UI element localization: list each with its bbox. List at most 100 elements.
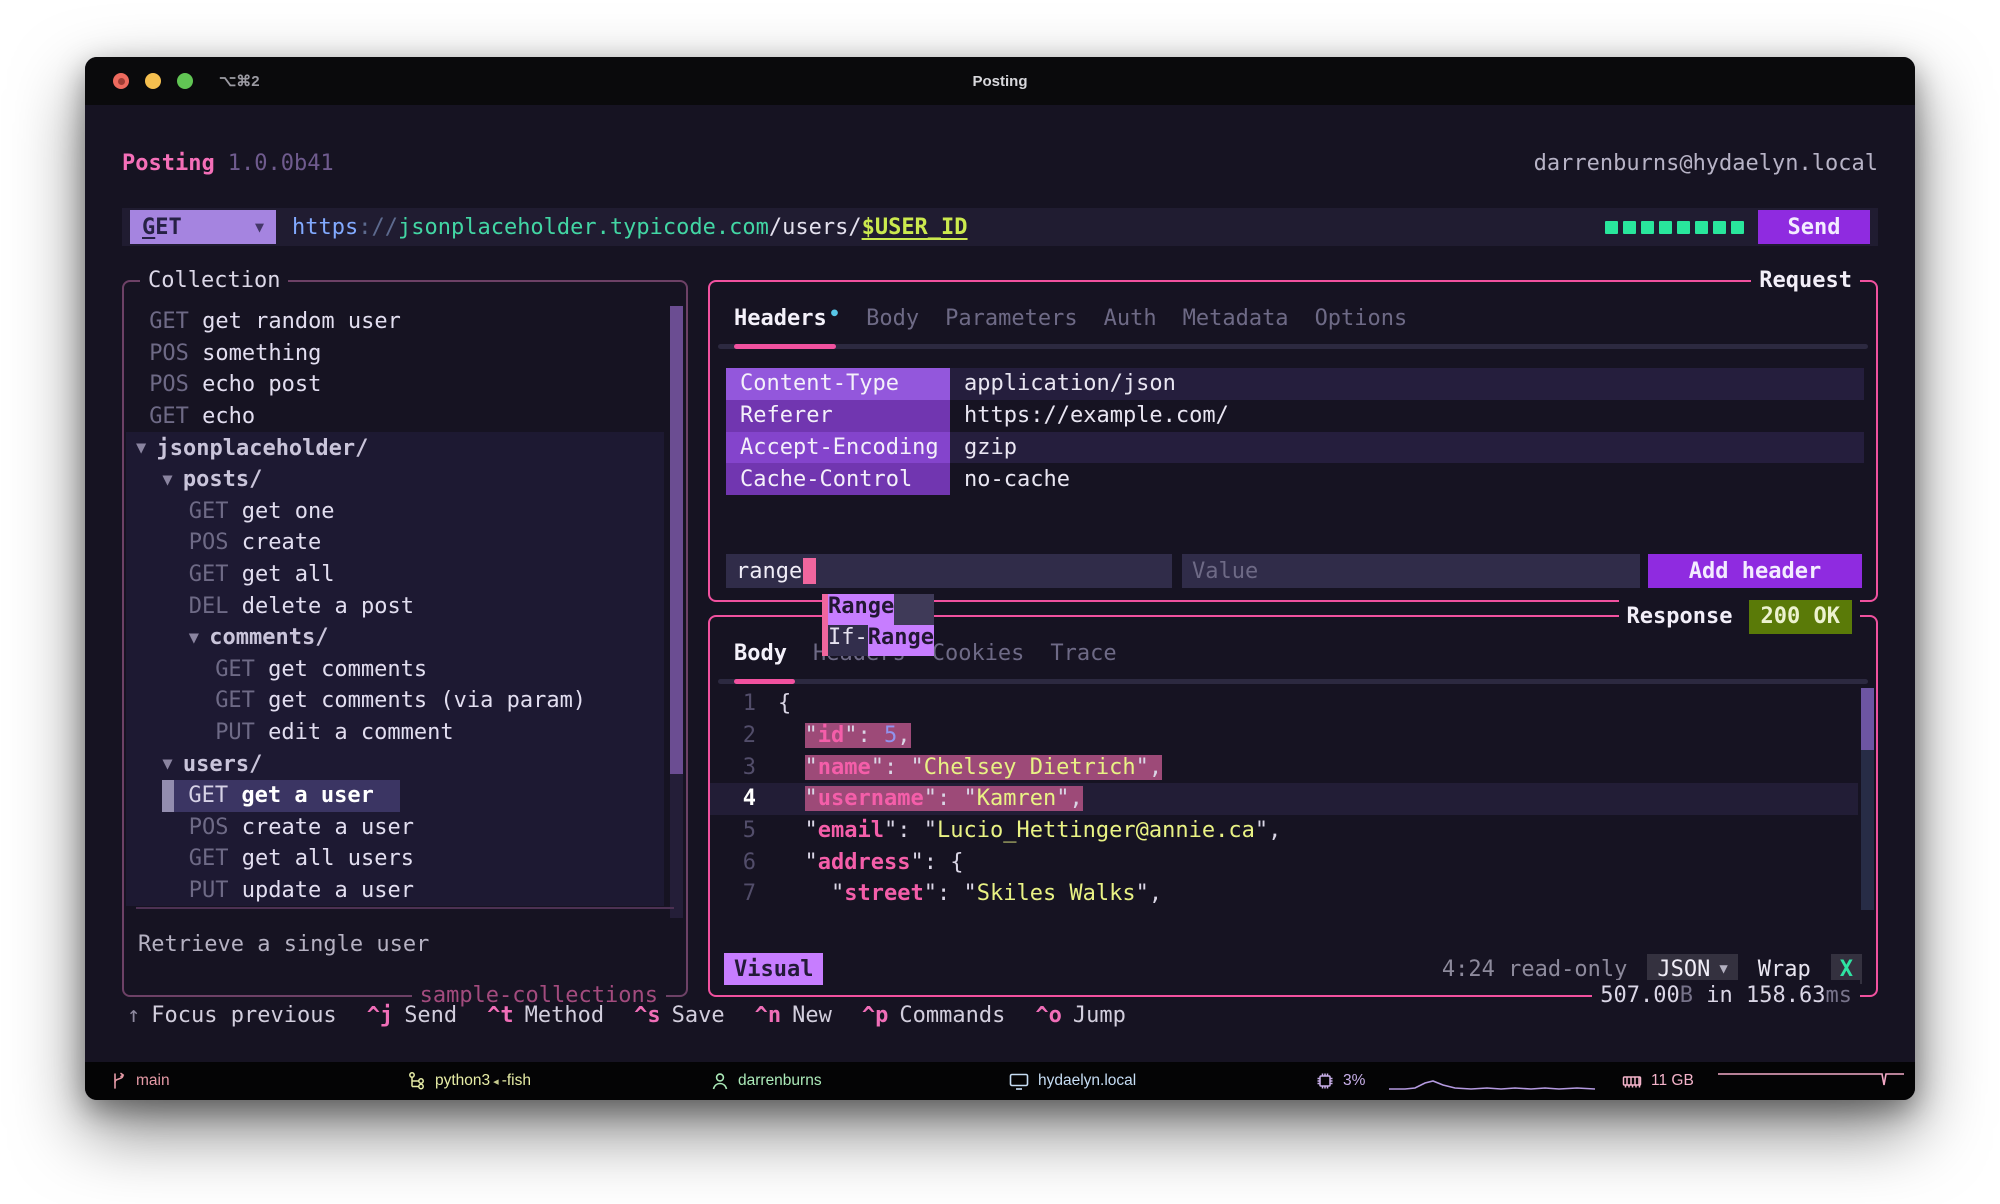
tab-shortcut-label: ⌥⌘2 xyxy=(219,72,260,90)
header-value-cell: https://example.com/ xyxy=(950,400,1864,432)
request-tab-metadata[interactable]: Metadata xyxy=(1183,306,1289,331)
collection-folder[interactable]: ▼ posts/ xyxy=(126,464,664,496)
request-panel: Request Headers•BodyParametersAuthMetada… xyxy=(708,280,1878,602)
terminal-window: ⌥⌘2 Posting Posting1.0.0b41 darrenburns@… xyxy=(85,57,1915,1100)
url-input[interactable]: https://jsonplaceholder.typicode.com/use… xyxy=(292,215,1605,240)
collection-item[interactable]: GET get all xyxy=(126,559,664,591)
http-method-label: GET xyxy=(142,215,182,240)
response-tab-cookies[interactable]: Cookies xyxy=(932,641,1025,666)
collection-panel-title: Collection xyxy=(140,265,288,297)
collection-item[interactable]: GET get one xyxy=(126,496,664,528)
request-tab-options[interactable]: Options xyxy=(1315,306,1408,331)
close-window-button[interactable] xyxy=(113,73,129,89)
keybinding-focus-previous[interactable]: ↑Focus previous xyxy=(127,1003,337,1028)
collection-folder[interactable]: ▼ jsonplaceholder/ xyxy=(126,432,664,464)
request-description: Retrieve a single user xyxy=(138,932,429,957)
keybinding-jump[interactable]: ^oJump xyxy=(1035,1003,1125,1028)
collection-item[interactable]: PUT edit a comment xyxy=(126,717,664,749)
activity-dot xyxy=(1713,221,1726,234)
response-body-editor[interactable]: 1{2 "id": 5,3 "name": "Chelsey Dietrich"… xyxy=(710,688,1858,910)
request-tab-auth[interactable]: Auth xyxy=(1104,306,1157,331)
collection-item[interactable]: POS echo post xyxy=(126,369,664,401)
collection-folder[interactable]: ▼ comments/ xyxy=(126,622,664,654)
collection-item[interactable]: GET get comments (via param) xyxy=(126,685,664,717)
wrap-label: Wrap xyxy=(1758,957,1811,982)
url-bar: GET ▼ https://jsonplaceholder.typicode.c… xyxy=(122,208,1878,246)
response-stats: 507.00B in 158.63ms xyxy=(1592,980,1860,1012)
git-branch-segment: main xyxy=(110,1062,170,1100)
header-row[interactable]: Accept-Encodinggzip xyxy=(726,432,1864,464)
collection-item[interactable]: GET echo xyxy=(126,401,664,433)
response-panel-title: Response xyxy=(1627,601,1733,633)
http-method-select[interactable]: GET ▼ xyxy=(130,210,276,244)
keybinding-method[interactable]: ^tMethod xyxy=(487,1003,604,1028)
folder-expanded-icon: ▼ xyxy=(136,438,156,458)
request-tabs: Headers• Body Parameters Auth Metadata Option… xyxy=(734,306,1407,331)
request-tab-body[interactable]: Body xyxy=(866,306,919,331)
maximize-window-button[interactable] xyxy=(177,73,193,89)
activity-dot xyxy=(1677,221,1690,234)
response-tab-body[interactable]: Body xyxy=(734,641,787,666)
keybinding-new[interactable]: ^nNew xyxy=(755,1003,832,1028)
process-tree-icon xyxy=(407,1071,427,1091)
header-row[interactable]: Content-Typeapplication/json xyxy=(726,368,1864,400)
git-branch-icon xyxy=(110,1071,128,1091)
response-line: 1{ xyxy=(710,688,1858,720)
keybinding-commands[interactable]: ^pCommands xyxy=(862,1003,1005,1028)
chevron-down-icon: ▼ xyxy=(1719,961,1727,977)
response-panel-header: Response 200 OK xyxy=(1619,600,1860,634)
response-scrollbar[interactable] xyxy=(1861,688,1874,910)
add-header-button[interactable]: Add header xyxy=(1648,554,1862,588)
status-bar: main python3◂-fish darrenburns xyxy=(85,1062,1915,1100)
activity-dot xyxy=(1695,221,1708,234)
memory-sparkline xyxy=(1716,1068,1906,1094)
process-segment: python3◂-fish xyxy=(407,1062,531,1100)
collection-item[interactable]: GET get a user xyxy=(126,780,664,812)
header-value-input[interactable]: Value xyxy=(1182,554,1640,588)
active-tab-indicator xyxy=(734,344,836,349)
header-name-input[interactable]: range xyxy=(726,554,1172,588)
response-tab-trace[interactable]: Trace xyxy=(1050,641,1116,666)
line-number: 4 xyxy=(710,786,756,811)
scrollbar-thumb[interactable] xyxy=(1861,688,1874,750)
request-tab-parameters[interactable]: Parameters xyxy=(945,306,1077,331)
app-header: Posting1.0.0b41 darrenburns@hydaelyn.loc… xyxy=(122,151,1878,176)
collection-item[interactable]: POS create xyxy=(126,527,664,559)
cpu-sparkline xyxy=(1387,1068,1597,1094)
collection-folder[interactable]: ▼ users/ xyxy=(126,748,664,780)
collection-item[interactable]: POS create a user xyxy=(126,812,664,844)
send-button[interactable]: Send xyxy=(1758,210,1870,244)
request-tab-underline xyxy=(718,344,1868,349)
autocomplete-item[interactable]: If-Range xyxy=(828,625,934,656)
collection-scrollbar[interactable] xyxy=(670,306,683,918)
posting-app: Posting1.0.0b41 darrenburns@hydaelyn.loc… xyxy=(85,105,1915,1062)
scrollbar-thumb[interactable] xyxy=(670,306,683,774)
collection-item[interactable]: GET get all users xyxy=(126,843,664,875)
text-cursor xyxy=(803,558,816,584)
keybinding-send[interactable]: ^jSend xyxy=(367,1003,457,1028)
user-icon xyxy=(710,1071,730,1091)
modified-dot-icon: • xyxy=(829,303,840,325)
keybinding-save[interactable]: ^sSave xyxy=(634,1003,724,1028)
line-number: 6 xyxy=(710,850,756,875)
header-name-cell: Cache-Control xyxy=(726,463,950,495)
minimize-window-button[interactable] xyxy=(145,73,161,89)
collection-item[interactable]: DEL delete a post xyxy=(126,590,664,622)
line-number: 2 xyxy=(710,723,756,748)
request-tab-headers[interactable]: Headers• xyxy=(734,306,840,331)
app-version: 1.0.0b41 xyxy=(228,151,334,176)
autocomplete-item[interactable]: Range xyxy=(828,594,934,625)
keybinding-footer: ↑Focus previous ^jSend ^tMethod ^sSave ^nNew… xyxy=(127,1003,1126,1028)
collection-item[interactable]: GET get random user xyxy=(126,306,664,338)
folder-expanded-icon: ▼ xyxy=(189,628,209,648)
response-line: 2 "id": 5, xyxy=(710,720,1858,752)
url-variable: $USER_ID xyxy=(862,215,968,240)
header-row[interactable]: Cache-Controlno-cache xyxy=(726,463,1864,495)
collection-item[interactable]: PUT update a user xyxy=(126,875,664,907)
collection-item[interactable]: GET get comments xyxy=(126,654,664,686)
collection-item[interactable]: POS something xyxy=(126,338,664,370)
status-badge: 200 OK xyxy=(1749,600,1852,634)
header-value-cell: no-cache xyxy=(950,463,1864,495)
header-row[interactable]: Refererhttps://example.com/ xyxy=(726,400,1864,432)
window-controls xyxy=(113,73,193,89)
